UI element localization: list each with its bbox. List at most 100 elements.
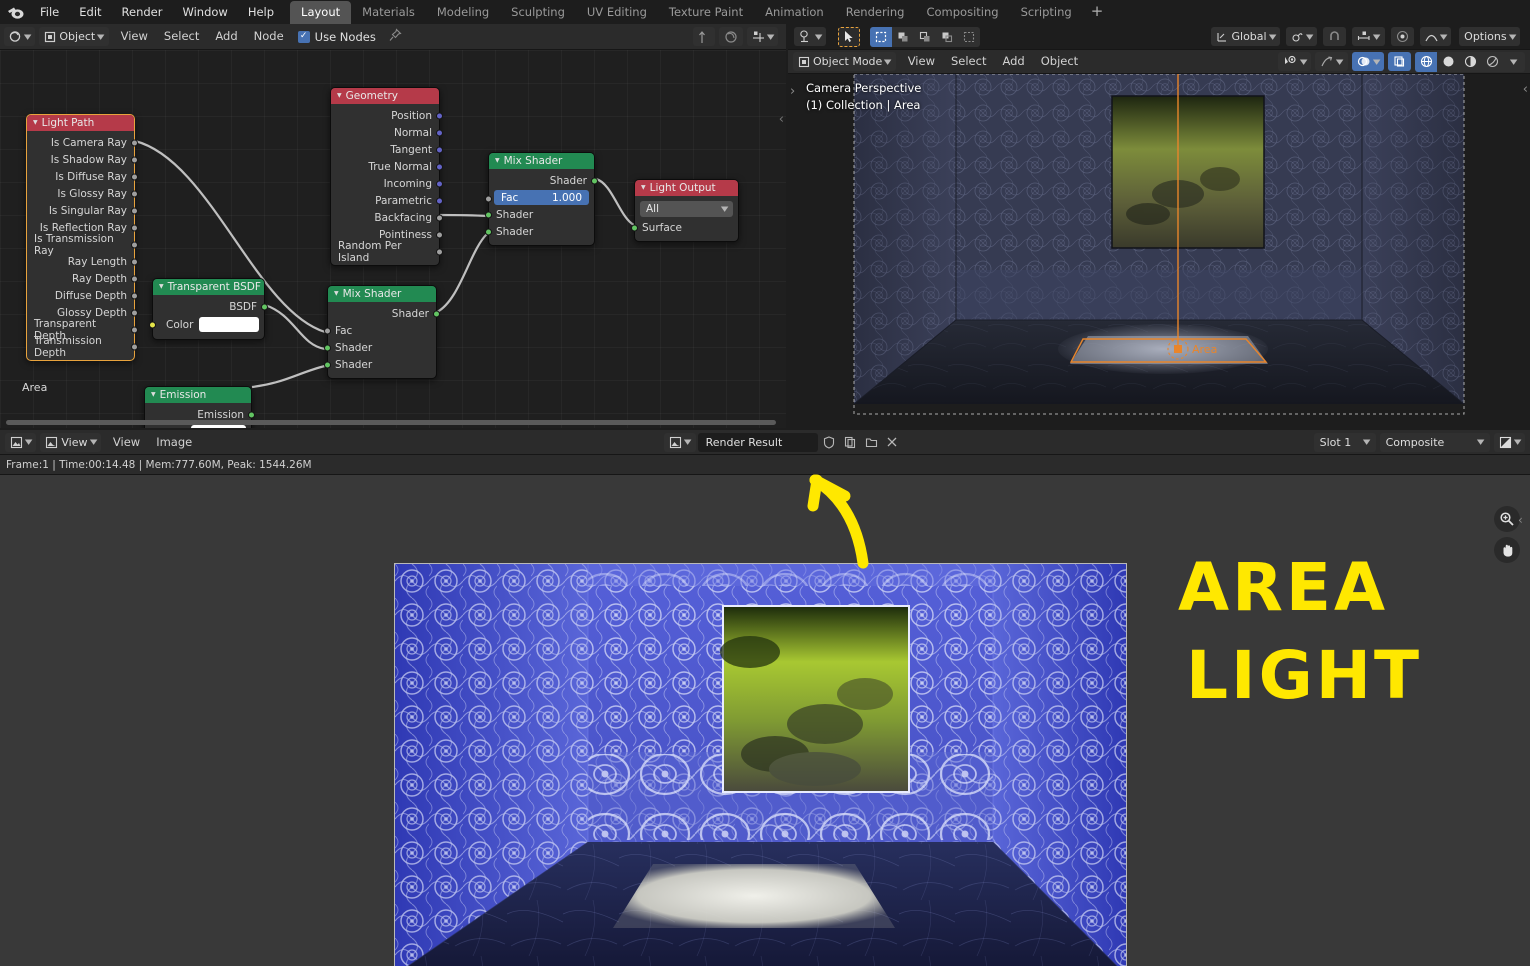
color-swatch[interactable]	[199, 317, 259, 332]
node-transparent-bsdf[interactable]: ▼ Transparent BSDF BSDF Color	[149, 278, 268, 340]
xray-toggle[interactable]	[1388, 52, 1411, 71]
snap-to-selector[interactable]: ▼	[1352, 27, 1385, 46]
node-mix-shader-upper[interactable]: ▼ Mix Shader Shader Fac 1.000 Shader Sha…	[485, 152, 598, 246]
image-name-field[interactable]: Render Result	[697, 432, 818, 452]
node-header[interactable]: ▼ Transparent BSDF	[153, 279, 264, 295]
collapse-triangle-icon[interactable]: ▼	[495, 153, 500, 169]
transform-orientation-selector[interactable]: Global ▼	[1210, 27, 1280, 46]
display-channels-selector[interactable]: ▼	[1493, 432, 1525, 452]
pivot-point-selector[interactable]: ▼	[1285, 27, 1318, 46]
viewport-canvas[interactable]: Area Camera Perspective (1) Collection |…	[788, 74, 1530, 428]
overlays-toggle[interactable]: ▼	[1351, 52, 1384, 71]
proportional-edit-icon[interactable]	[718, 27, 743, 46]
output-socket[interactable]	[131, 343, 138, 350]
editor-type-selector[interactable]: ▼	[4, 27, 36, 46]
output-socket[interactable]	[131, 190, 138, 197]
close-icon[interactable]	[883, 433, 902, 452]
use-nodes-checkbox[interactable]: ✓	[297, 30, 310, 43]
object-visibility-selector[interactable]: ▼	[1277, 52, 1312, 71]
node-header[interactable]: ▼ Light Path	[27, 115, 134, 131]
viewport-toolbar-toggle-icon[interactable]: ›	[790, 84, 795, 99]
image-editor-type-selector[interactable]: ▼	[5, 432, 37, 452]
image-sidebar-toggle-icon[interactable]: ‹	[1518, 513, 1523, 527]
node-header[interactable]: ▼ Light Output	[635, 180, 738, 196]
output-socket[interactable]	[436, 163, 443, 170]
menu-edit[interactable]: Edit	[69, 1, 111, 24]
tab-animation[interactable]: Animation	[754, 1, 835, 24]
menu-window[interactable]: Window	[172, 1, 237, 24]
tab-materials[interactable]: Materials	[351, 1, 426, 24]
output-socket[interactable]	[436, 146, 443, 153]
node-header[interactable]: ▼ Mix Shader	[489, 153, 594, 169]
viewport-menu-select[interactable]: Select	[943, 52, 994, 71]
shading-mode-group[interactable]: ▼	[1415, 51, 1525, 72]
output-socket[interactable]	[131, 207, 138, 214]
output-socket[interactable]	[131, 309, 138, 316]
shading-rendered-button[interactable]	[1481, 52, 1503, 72]
tab-compositing[interactable]: Compositing	[915, 1, 1009, 24]
node-geometry[interactable]: ▼ Geometry Position Normal Tangent True …	[330, 87, 443, 266]
input-socket[interactable]	[324, 344, 331, 351]
select-invert-button[interactable]	[936, 27, 958, 47]
output-socket[interactable]	[436, 129, 443, 136]
node-header[interactable]: ▼ Geometry	[331, 88, 439, 104]
image-editor-mode-selector[interactable]: View ▼	[40, 432, 101, 452]
pan-hand-icon[interactable]	[1494, 537, 1520, 563]
node-header[interactable]: ▼ Mix Shader	[328, 286, 436, 302]
color-input-row[interactable]: Color	[149, 315, 264, 334]
collapse-triangle-icon[interactable]: ▼	[33, 115, 38, 131]
render-pass-selector[interactable]: Composite ▼	[1379, 432, 1490, 452]
output-socket[interactable]	[131, 139, 138, 146]
node-editor-horizontal-scrollbar[interactable]	[6, 420, 776, 425]
output-socket[interactable]	[131, 292, 138, 299]
shield-icon[interactable]	[820, 433, 839, 452]
node-menu-add[interactable]: Add	[207, 27, 245, 46]
tab-texture-paint[interactable]: Texture Paint	[658, 1, 754, 24]
input-socket[interactable]	[149, 321, 156, 328]
output-socket[interactable]	[131, 258, 138, 265]
pin-icon[interactable]	[388, 28, 402, 45]
output-socket[interactable]	[436, 197, 443, 204]
menu-render[interactable]: Render	[112, 1, 173, 24]
viewport-editor-type-selector[interactable]: ▼	[794, 27, 827, 46]
object-mode-selector[interactable]: Object Mode ▼	[793, 52, 896, 71]
fac-slider[interactable]: Fac 1.000	[494, 190, 589, 205]
target-dropdown[interactable]: All ▼	[640, 201, 733, 217]
node-menu-select[interactable]: Select	[156, 27, 207, 46]
node-mix-shader-lower[interactable]: ▼ Mix Shader Shader Fac Shader Shader	[324, 285, 440, 379]
node-menu-view[interactable]: View	[113, 27, 156, 46]
image-editor-canvas[interactable]: AREA LIGHT ‹	[0, 474, 1530, 966]
output-socket[interactable]	[261, 303, 268, 310]
viewport-menu-add[interactable]: Add	[994, 52, 1032, 71]
output-socket[interactable]	[591, 177, 598, 184]
collapse-triangle-icon[interactable]: ▼	[151, 387, 156, 403]
output-socket[interactable]	[131, 224, 138, 231]
input-socket[interactable]	[631, 224, 638, 231]
select-mode-group[interactable]	[870, 26, 981, 47]
node-header[interactable]: ▼ Emission	[145, 387, 251, 403]
menu-file[interactable]: File	[30, 1, 69, 24]
image-menu-image[interactable]: Image	[148, 433, 200, 452]
viewport-menu-view[interactable]: View	[900, 52, 943, 71]
output-socket[interactable]	[436, 112, 443, 119]
shading-solid-button[interactable]	[1437, 52, 1459, 72]
input-socket[interactable]	[485, 195, 492, 203]
add-workspace-button[interactable]: +	[1083, 1, 1112, 24]
node-snap-icon[interactable]: ▼	[746, 27, 778, 46]
blender-logo-icon[interactable]	[0, 0, 30, 24]
viewport-menu-object[interactable]: Object	[1033, 52, 1086, 71]
menu-help[interactable]: Help	[238, 1, 284, 24]
collapse-triangle-icon[interactable]: ▼	[641, 180, 646, 196]
fac-input-row[interactable]: Fac 1.000	[485, 190, 594, 205]
shading-options-chevron[interactable]: ▼	[1503, 52, 1525, 72]
input-socket[interactable]	[324, 361, 331, 368]
select-difference-button[interactable]	[958, 27, 980, 47]
node-snap-arrow-icon[interactable]	[692, 27, 715, 46]
snapping-magnet-toggle[interactable]	[1323, 27, 1347, 46]
select-box-button[interactable]	[870, 26, 893, 47]
tweak-cursor-tool[interactable]	[838, 26, 861, 47]
viewport-sidebar-toggle-icon[interactable]: ‹	[1523, 82, 1528, 97]
image-menu-view[interactable]: View	[105, 433, 148, 452]
render-slot-selector[interactable]: Slot 1 ▼	[1313, 432, 1376, 452]
tab-sculpting[interactable]: Sculpting	[500, 1, 576, 24]
